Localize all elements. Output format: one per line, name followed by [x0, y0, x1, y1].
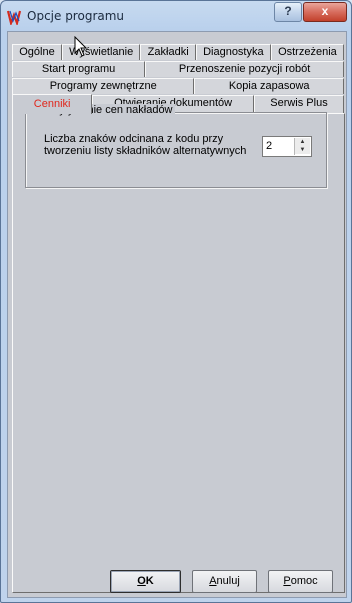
help-rest: omoc — [290, 575, 318, 587]
tab-row-2: Start programu Przenoszenie pozycji robó… — [12, 61, 344, 77]
tab-start-programu[interactable]: Start programu — [12, 61, 146, 77]
cancel-accel: A — [209, 575, 217, 587]
spinner-value[interactable]: 2 — [266, 140, 272, 152]
tab-przenoszenie-pozycji[interactable]: Przenoszenie pozycji robót — [145, 61, 344, 77]
help-title-button[interactable]: ? — [274, 2, 302, 22]
close-button[interactable]: x — [303, 2, 347, 22]
help-accel: P — [283, 575, 291, 587]
tab-zakladki[interactable]: Zakładki — [140, 44, 196, 60]
tab-programy-zewnetrzne[interactable]: Programy zewnętrzne — [12, 78, 195, 94]
window-title: Opcje programu — [27, 9, 125, 23]
spinner-buttons: ▲ ▼ — [294, 138, 310, 155]
tab-diagnostyka[interactable]: Diagnostyka — [195, 44, 271, 60]
chars-to-trim-label: Liczba znaków odcinana z kodu przy tworz… — [44, 133, 247, 157]
tab-serwis-plus[interactable]: Serwis Plus — [253, 95, 344, 113]
tab-kopia-zapasowa[interactable]: Kopia zapasowa — [194, 78, 344, 94]
app-logo-icon — [7, 10, 22, 25]
tab-ogolne[interactable]: Ogólne — [12, 44, 62, 60]
ok-rest: K — [145, 575, 154, 587]
mouse-cursor-icon — [74, 36, 88, 57]
tab-row-1: Ogólne Wyświetlanie Zakładki Diagnostyka… — [12, 44, 344, 60]
title-bar[interactable]: Opcje programu ? x — [1, 1, 351, 31]
dialog-footer: OK Anuluj Pomoc — [1, 561, 339, 601]
cancel-button[interactable]: Anuluj — [192, 570, 257, 593]
ok-button[interactable]: OK — [110, 570, 181, 593]
spin-down-icon[interactable]: ▼ — [295, 146, 310, 154]
ok-accel: O — [137, 575, 146, 587]
help-button[interactable]: Pomoc — [268, 570, 333, 593]
tab-row-3: Programy zewnętrzne Kopia zapasowa — [12, 78, 344, 94]
tab-row-4: Cenniki Otwieranie dokumentów Serwis Plu… — [12, 94, 344, 114]
options-dialog: Opcje programu ? x Ogólne Wyświetlanie Z… — [0, 0, 352, 603]
cancel-rest: nuluj — [216, 575, 240, 587]
tab-ostrzezenia[interactable]: Ostrzeżenia — [270, 44, 344, 60]
chars-to-trim-spinner[interactable]: 2 ▲ ▼ — [262, 136, 312, 157]
tab-cenniki[interactable]: Cenniki — [12, 94, 93, 114]
